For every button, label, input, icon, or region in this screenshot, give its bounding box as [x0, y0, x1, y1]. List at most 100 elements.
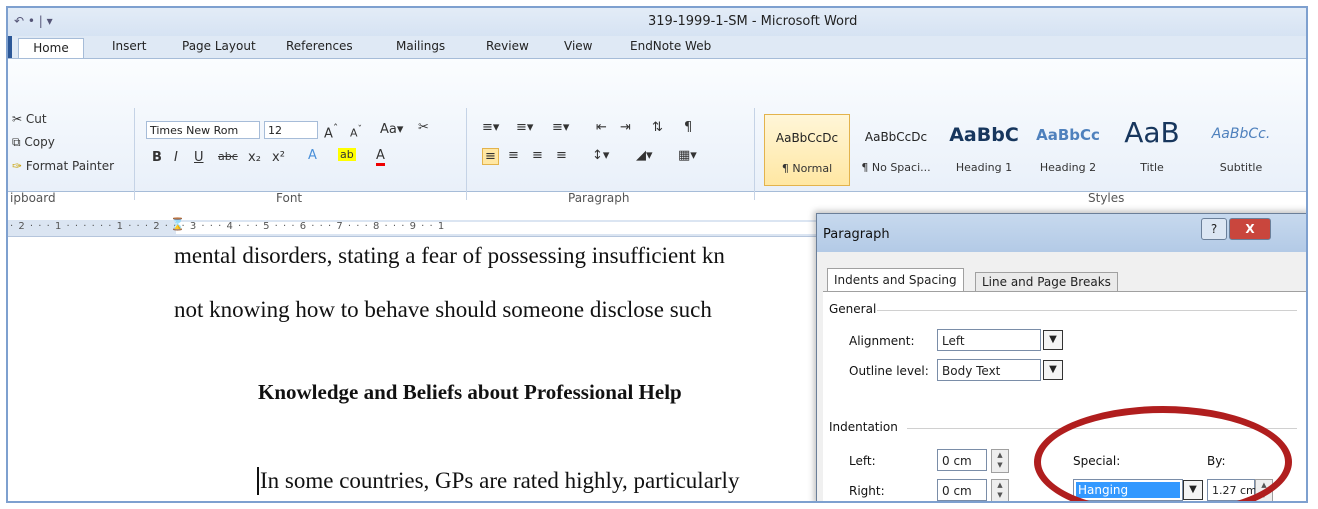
- separator: [754, 108, 755, 200]
- tab-endnote-web[interactable]: EndNote Web: [630, 39, 711, 53]
- show-formatting-icon[interactable]: ¶: [684, 120, 692, 135]
- font-size-combo[interactable]: 12: [264, 121, 318, 139]
- styles-group-label: Styles: [1088, 191, 1125, 205]
- document-line: In some countries, GPs are rated highly,…: [260, 468, 740, 493]
- change-case-icon[interactable]: Aa▾: [380, 122, 403, 137]
- separator: [134, 108, 135, 200]
- highlight-icon[interactable]: ab: [338, 148, 356, 161]
- general-section-label: General: [829, 302, 877, 316]
- outline-level-label: Outline level:: [849, 364, 929, 378]
- align-center-icon[interactable]: ≡: [508, 148, 519, 163]
- right-indent-label: Right:: [849, 484, 885, 498]
- styles-gallery: AaBbCcDc ¶ Normal AaBbCcDc ¶ No Spaci...…: [764, 114, 1306, 192]
- style-sample: AaB: [1124, 116, 1180, 149]
- tab-references[interactable]: References: [286, 39, 353, 53]
- style-sample: AaBbC: [949, 124, 1019, 146]
- tab-view[interactable]: View: [564, 39, 592, 53]
- file-tab[interactable]: [8, 36, 12, 58]
- style-heading-2[interactable]: AaBbCc Heading 2: [1028, 114, 1108, 184]
- left-indent-label: Left:: [849, 454, 876, 468]
- style-label: ¶ No Spaci...: [861, 161, 931, 174]
- text-effects-icon[interactable]: A: [308, 148, 317, 163]
- style-label: Title: [1140, 161, 1164, 174]
- window-title: 319-1999-1-SM - Microsoft Word: [648, 14, 858, 29]
- paragraph-group-label: Paragraph: [568, 191, 630, 205]
- copy-button[interactable]: ⧉ Copy: [12, 135, 55, 150]
- style-label: ¶ Normal: [781, 162, 833, 175]
- style-title[interactable]: AaB Title: [1112, 114, 1192, 184]
- align-left-icon[interactable]: ≡: [482, 148, 499, 165]
- section-heading: Knowledge and Beliefs about Professional…: [258, 380, 682, 404]
- help-button[interactable]: ?: [1201, 218, 1227, 240]
- bold-icon[interactable]: B: [152, 150, 162, 165]
- scissors-icon: ✂: [12, 112, 23, 126]
- strikethrough-icon[interactable]: abc: [218, 150, 238, 163]
- font-group-label: Font: [276, 191, 303, 205]
- font-color-icon[interactable]: A: [376, 148, 385, 166]
- decrease-indent-icon[interactable]: ⇤: [596, 120, 607, 135]
- style-subtitle[interactable]: AaBbCc. Subtitle: [1196, 114, 1286, 184]
- shrink-font-icon[interactable]: Aˇ: [350, 124, 362, 140]
- ribbon-tabs: Home Insert Page Layout References Maili…: [8, 36, 1306, 59]
- dialog-title-bar: Paragraph ? X: [817, 214, 1306, 252]
- justify-icon[interactable]: ≡: [556, 148, 567, 163]
- tab-mailings[interactable]: Mailings: [396, 39, 445, 53]
- format-painter-button[interactable]: ✑ Format Painter: [12, 159, 114, 173]
- borders-icon[interactable]: ▦▾: [678, 148, 697, 163]
- style-normal[interactable]: AaBbCcDc ¶ Normal: [764, 114, 850, 186]
- document-page[interactable]: mental disorders, stating a fear of poss…: [8, 237, 818, 501]
- sort-icon[interactable]: ⇅: [652, 120, 663, 135]
- increase-indent-icon[interactable]: ⇥: [620, 120, 631, 135]
- tab-insert[interactable]: Insert: [112, 39, 146, 53]
- style-sample: AaBbCcDc: [864, 130, 928, 144]
- align-right-icon[interactable]: ≡: [532, 148, 543, 163]
- style-label: Heading 2: [1039, 161, 1097, 174]
- title-bar: ↶ • | ▾ 319-1999-1-SM - Microsoft Word: [8, 8, 1306, 36]
- outline-level-select[interactable]: Body Text: [937, 359, 1041, 381]
- tab-indents-and-spacing[interactable]: Indents and Spacing: [827, 268, 964, 292]
- multilevel-list-icon[interactable]: ≡▾: [552, 120, 569, 135]
- brush-icon: ✑: [12, 159, 23, 173]
- underline-icon[interactable]: U: [194, 150, 204, 165]
- close-button[interactable]: X: [1229, 218, 1271, 240]
- style-label: Subtitle: [1219, 161, 1263, 174]
- font-name-combo[interactable]: Times New Rom: [146, 121, 260, 139]
- divider: [877, 310, 1297, 311]
- style-sample: AaBbCc: [1036, 126, 1100, 144]
- tab-review[interactable]: Review: [486, 39, 529, 53]
- copy-icon: ⧉: [12, 135, 21, 149]
- style-heading-1[interactable]: AaBbC Heading 1: [944, 114, 1024, 184]
- style-no-spacing[interactable]: AaBbCcDc ¶ No Spaci...: [852, 114, 940, 184]
- word-window: ↶ • | ▾ 319-1999-1-SM - Microsoft Word H…: [6, 6, 1308, 503]
- text-cursor: [257, 467, 259, 495]
- tab-line-and-page-breaks[interactable]: Line and Page Breaks: [975, 272, 1118, 292]
- italic-icon[interactable]: I: [174, 150, 178, 165]
- clear-format-icon[interactable]: ✂: [418, 120, 429, 135]
- indentation-section-label: Indentation: [829, 420, 898, 434]
- clipboard-group-label: ipboard: [10, 191, 56, 205]
- grow-font-icon[interactable]: Aˆ: [324, 122, 338, 141]
- indent-marker-icon[interactable]: ⌛: [170, 217, 185, 231]
- document-line: mental disorders, stating a fear of poss…: [174, 243, 725, 268]
- style-sample: AaBbCc.: [1211, 126, 1271, 142]
- numbering-icon[interactable]: ≡▾: [516, 120, 533, 135]
- tab-home[interactable]: Home: [18, 38, 84, 59]
- right-indent-input[interactable]: 0 cm: [937, 479, 987, 501]
- document-line: not knowing how to behave should someone…: [174, 297, 712, 322]
- alignment-label: Alignment:: [849, 334, 915, 348]
- superscript-icon[interactable]: x²: [272, 150, 285, 165]
- cut-button[interactable]: ✂ Cut: [12, 112, 47, 126]
- spin-buttons-icon[interactable]: ▲ ▼: [991, 449, 1009, 473]
- shading-icon[interactable]: ◢▾: [636, 148, 653, 163]
- spin-buttons-icon[interactable]: ▲ ▼: [991, 479, 1009, 501]
- quick-access-toolbar[interactable]: ↶ • | ▾: [14, 14, 53, 28]
- chevron-down-icon[interactable]: ▼: [1043, 330, 1063, 350]
- subscript-icon[interactable]: x₂: [248, 150, 261, 165]
- bullets-icon[interactable]: ≡▾: [482, 120, 499, 135]
- tab-page-layout[interactable]: Page Layout: [182, 39, 256, 53]
- style-sample: AaBbCcDc: [775, 131, 839, 145]
- chevron-down-icon[interactable]: ▼: [1043, 360, 1063, 380]
- alignment-select[interactable]: Left: [937, 329, 1041, 351]
- line-spacing-icon[interactable]: ↕▾: [592, 148, 609, 163]
- left-indent-input[interactable]: 0 cm: [937, 449, 987, 471]
